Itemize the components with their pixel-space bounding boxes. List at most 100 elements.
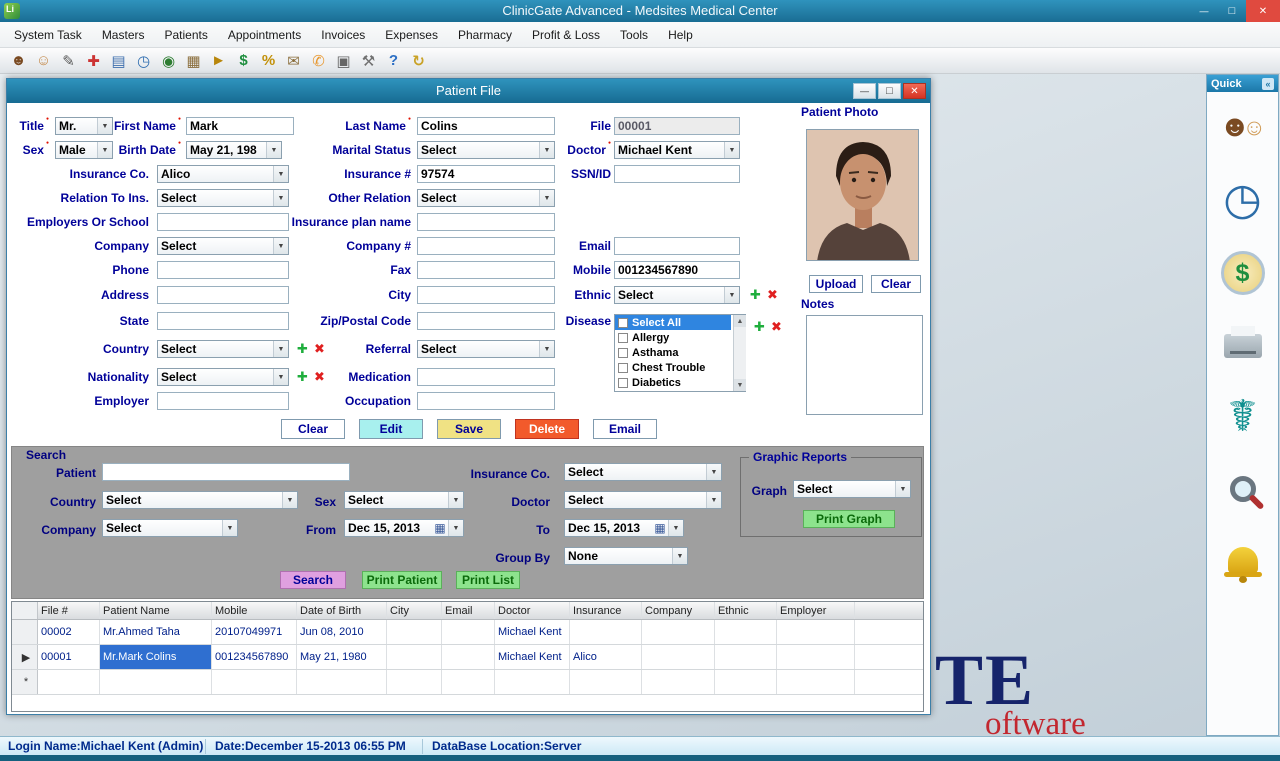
window-maximize-button[interactable] bbox=[878, 83, 901, 99]
search-company-select[interactable]: Select bbox=[102, 519, 238, 537]
dropdown-arrow-icon[interactable] bbox=[97, 142, 112, 158]
birth-date-picker[interactable]: May 21, 198 bbox=[186, 141, 282, 159]
edit-button[interactable]: Edit bbox=[359, 419, 423, 439]
marital-status-select[interactable]: Select bbox=[417, 141, 555, 159]
grid-cell[interactable]: 00001 bbox=[38, 645, 100, 669]
sex-select[interactable]: Male bbox=[55, 141, 113, 159]
insurance-co-select[interactable]: Alico bbox=[157, 165, 289, 183]
dropdown-arrow-icon[interactable] bbox=[448, 492, 463, 508]
upload-photo-button[interactable]: Upload bbox=[809, 275, 863, 293]
add-patient-icon[interactable]: ☺ bbox=[31, 50, 56, 72]
patients-icon[interactable]: ☻ bbox=[6, 50, 31, 72]
first-name-field[interactable]: Mark bbox=[186, 117, 294, 135]
fax-field[interactable] bbox=[417, 261, 555, 279]
dropdown-arrow-icon[interactable] bbox=[273, 190, 288, 206]
search-insurance-select[interactable]: Select bbox=[564, 463, 722, 481]
grid-cell[interactable]: Mr.Ahmed Taha bbox=[100, 620, 212, 644]
appointments-icon[interactable]: ◷ bbox=[131, 50, 156, 72]
grid-cell[interactable] bbox=[495, 670, 570, 694]
quick-panel-header[interactable]: Quick « bbox=[1207, 75, 1278, 92]
grid-column-insurance[interactable]: Insurance bbox=[570, 602, 642, 619]
dropdown-arrow-icon[interactable] bbox=[97, 118, 112, 134]
medication-field[interactable] bbox=[417, 368, 555, 386]
state-field[interactable] bbox=[157, 312, 289, 330]
to-date-picker[interactable]: Dec 15, 2013 bbox=[564, 519, 684, 537]
grid-cell[interactable] bbox=[777, 670, 855, 694]
group-by-select[interactable]: None bbox=[564, 547, 688, 565]
other-relation-select[interactable]: Select bbox=[417, 189, 555, 207]
patient-window-titlebar[interactable]: Patient File bbox=[7, 79, 930, 103]
delete-button[interactable]: Delete bbox=[515, 419, 579, 439]
search-country-select[interactable]: Select bbox=[102, 491, 298, 509]
dropdown-arrow-icon[interactable] bbox=[539, 341, 554, 357]
clear-button[interactable]: Clear bbox=[281, 419, 345, 439]
grid-cell[interactable] bbox=[642, 670, 715, 694]
help-icon[interactable]: ? bbox=[381, 50, 406, 72]
quick-panel-toggle-icon[interactable]: « bbox=[1262, 78, 1274, 90]
grid-cell[interactable]: Alico bbox=[570, 645, 642, 669]
last-name-field[interactable]: Colins bbox=[417, 117, 555, 135]
menu-pharmacy[interactable]: Pharmacy bbox=[448, 24, 522, 46]
city-field[interactable] bbox=[417, 286, 555, 304]
grid-column-ethnic[interactable]: Ethnic bbox=[715, 602, 777, 619]
search-button[interactable]: Search bbox=[280, 571, 346, 589]
grid-cell[interactable]: 001234567890 bbox=[212, 645, 297, 669]
dropdown-arrow-icon[interactable] bbox=[266, 142, 281, 158]
menu-appointments[interactable]: Appointments bbox=[218, 24, 311, 46]
menu-patients[interactable]: Patients bbox=[155, 24, 218, 46]
grid-column-city[interactable]: City bbox=[387, 602, 442, 619]
menu-help[interactable]: Help bbox=[658, 24, 703, 46]
grid-column-email[interactable]: Email bbox=[442, 602, 495, 619]
company-select[interactable]: Select bbox=[157, 237, 289, 255]
title-select[interactable]: Mr. bbox=[55, 117, 113, 135]
reminder-quick-icon[interactable] bbox=[1207, 530, 1278, 590]
grid-cell[interactable] bbox=[212, 670, 297, 694]
mobile-field[interactable]: 001234567890 bbox=[614, 261, 740, 279]
window-close-button[interactable] bbox=[903, 83, 926, 99]
disease-listbox[interactable]: Select AllAllergyAsthamaChest TroubleDia… bbox=[614, 314, 746, 392]
ssn-field[interactable] bbox=[614, 165, 740, 183]
grid-column-company[interactable]: Company bbox=[642, 602, 715, 619]
checkbox-icon[interactable] bbox=[618, 348, 628, 358]
disease-item-chest-trouble[interactable]: Chest Trouble bbox=[615, 360, 731, 375]
billing-quick-icon[interactable]: $ bbox=[1207, 243, 1278, 303]
dropdown-arrow-icon[interactable] bbox=[724, 287, 739, 303]
referral-select[interactable]: Select bbox=[417, 340, 555, 358]
reports-quick-icon[interactable] bbox=[1207, 316, 1278, 376]
vaccine-icon[interactable]: ✚ bbox=[81, 50, 106, 72]
grid-cell[interactable] bbox=[442, 670, 495, 694]
country-select[interactable]: Select bbox=[157, 340, 289, 358]
email-button[interactable]: Email bbox=[593, 419, 657, 439]
graph-select[interactable]: Select bbox=[793, 480, 911, 498]
search-sex-select[interactable]: Select bbox=[344, 491, 464, 509]
relation-to-ins-select[interactable]: Select bbox=[157, 189, 289, 207]
app-close-button[interactable] bbox=[1246, 0, 1280, 22]
grid-cell[interactable] bbox=[387, 620, 442, 644]
dropdown-arrow-icon[interactable] bbox=[706, 464, 721, 480]
calendar-icon[interactable]: ▦ bbox=[181, 50, 206, 72]
disease-delete-icon[interactable] bbox=[769, 319, 784, 334]
checkbox-icon[interactable] bbox=[618, 363, 628, 373]
occupation-field[interactable] bbox=[417, 392, 555, 410]
grid-cell[interactable] bbox=[100, 670, 212, 694]
disease-item-diabetics[interactable]: Diabetics bbox=[615, 375, 731, 390]
dropdown-arrow-icon[interactable] bbox=[724, 142, 739, 158]
grid-column-patient-name[interactable]: Patient Name bbox=[100, 602, 212, 619]
print-patient-button[interactable]: Print Patient bbox=[362, 571, 442, 589]
checkbox-icon[interactable] bbox=[618, 318, 628, 328]
dropdown-arrow-icon[interactable] bbox=[539, 142, 554, 158]
app-minimize-button[interactable] bbox=[1190, 0, 1218, 22]
grid-cell[interactable] bbox=[777, 645, 855, 669]
search-icon[interactable]: ◉ bbox=[156, 50, 181, 72]
dropdown-arrow-icon[interactable] bbox=[706, 492, 721, 508]
grid-cell[interactable] bbox=[442, 620, 495, 644]
print-graph-button[interactable]: Print Graph bbox=[803, 510, 895, 528]
grid-cell[interactable]: Mr.Mark Colins bbox=[100, 645, 212, 669]
search-patient-input[interactable] bbox=[102, 463, 350, 481]
disease-scrollbar[interactable]: ▲▼ bbox=[733, 315, 746, 391]
employer-field[interactable] bbox=[157, 392, 289, 410]
print-list-button[interactable]: Print List bbox=[456, 571, 520, 589]
menu-masters[interactable]: Masters bbox=[92, 24, 155, 46]
exit-icon[interactable]: ↻ bbox=[406, 50, 431, 72]
disease-add-icon[interactable] bbox=[752, 319, 767, 334]
